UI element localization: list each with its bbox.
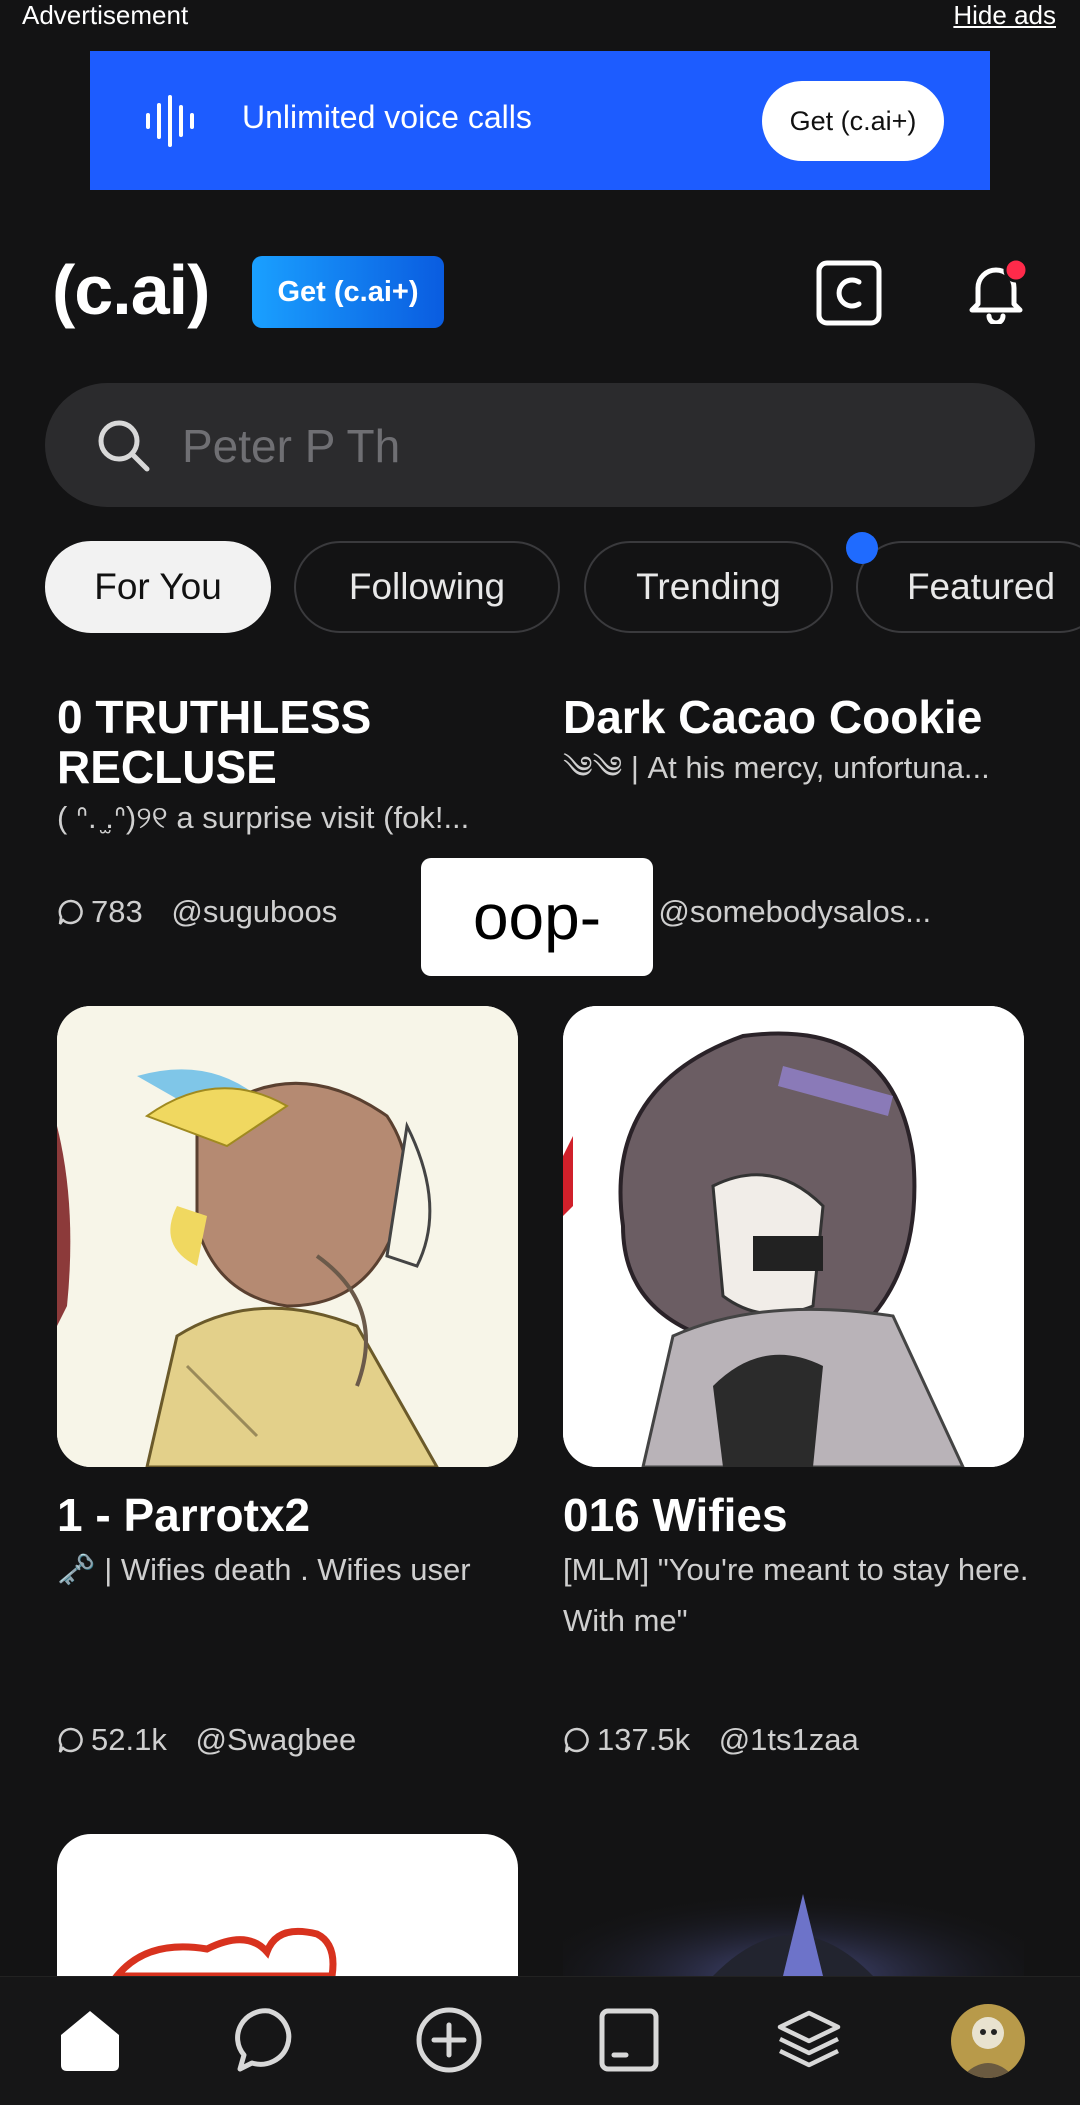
stack-icon[interactable] [774,2005,844,2075]
hide-ads-link[interactable]: Hide ads [953,0,1056,31]
parrot-character-illustration [57,1006,518,1467]
wifies-character-illustration [563,1006,1024,1467]
chat-count: 52.1k [91,1722,167,1757]
home-icon[interactable] [55,2005,125,2075]
ad-get-plus-button[interactable]: Get (c.ai+) [762,81,944,161]
card-title: Dark Cacao Cookie [563,691,983,743]
tab-for-you[interactable]: For You [45,541,271,633]
card-description: 🗝️ | Wifies death . Wifies user [57,1552,471,1587]
chat-count-icon [58,1727,83,1753]
creator-handle[interactable]: @suguboos [171,894,337,929]
character-card[interactable]: 0 TRUTHLESS RECLUSE ( ᐢ. ̫.ᐢ)୨୧ a surpri… [57,692,537,843]
chat-count: 137.5k [597,1722,691,1757]
card-meta: 52.1k @Swagbee [57,1722,356,1758]
notifications-bell-icon[interactable] [966,258,1026,324]
tab-trending[interactable]: Trending [584,541,833,633]
create-icon[interactable] [414,2005,484,2075]
chat-count-icon [564,1727,589,1753]
advertisement-label: Advertisement [22,0,189,30]
character-card[interactable]: 016 Wifies [MLM] "You're meant to stay h… [563,1490,1033,1646]
ad-banner[interactable]: Unlimited voice calls Get (c.ai+) [90,51,990,190]
card-description: ( ᐢ. ̫.ᐢ)୨୧ a surprise visit (fok!... [57,800,470,835]
voice-wave-icon [146,95,194,147]
card-description: ༄༄ | At his mercy, unfortuna... [563,750,990,785]
card-meta: 783 @suguboos [57,894,337,930]
character-avatar-image[interactable] [563,1006,1024,1467]
search-bar[interactable] [45,383,1035,507]
character-avatar-image[interactable] [563,1834,1024,1976]
bottom-navigation [0,1976,1080,2105]
feed-icon[interactable] [594,2005,664,2075]
chat-count: 783 [91,894,143,929]
search-icon [98,420,150,472]
character-illustration-partial [112,1927,337,1976]
chat-count-icon [58,899,83,925]
card-title: 0 TRUTHLESS RECLUSE [57,691,372,793]
character-avatar-image[interactable] [57,1834,518,1976]
coins-icon[interactable] [816,260,882,326]
creator-handle[interactable]: @1ts1zaa [719,1722,859,1757]
card-description: [MLM] "You're meant to stay here. With m… [563,1552,1029,1638]
ad-banner-text: Unlimited voice calls [242,99,532,135]
card-title: 1 - Parrotx2 [57,1489,311,1541]
creator-handle[interactable]: @Swagbee [195,1722,356,1757]
tab-featured[interactable]: Featured [856,541,1080,633]
new-indicator-dot [846,532,878,564]
chat-icon[interactable] [234,2005,304,2075]
creator-handle[interactable]: @somebodysalos... [658,894,931,929]
character-card[interactable]: 1 - Parrotx2 🗝️ | Wifies death . Wifies … [57,1490,537,1595]
tab-following[interactable]: Following [294,541,560,633]
overlay-caption: oop- [421,858,653,976]
character-card[interactable]: Dark Cacao Cookie ༄༄ | At his mercy, unf… [563,692,1033,793]
app-logo: (c.ai) [52,251,210,329]
upgrade-button[interactable]: Get (c.ai+) [252,256,444,328]
character-avatar-image[interactable] [57,1006,518,1467]
card-meta: 137.5k @1ts1zaa [563,1722,859,1758]
search-input[interactable] [180,413,944,479]
profile-avatar[interactable] [950,2003,1026,2079]
card-title: 016 Wifies [563,1489,788,1541]
character-illustration-partial [563,1834,1024,1976]
